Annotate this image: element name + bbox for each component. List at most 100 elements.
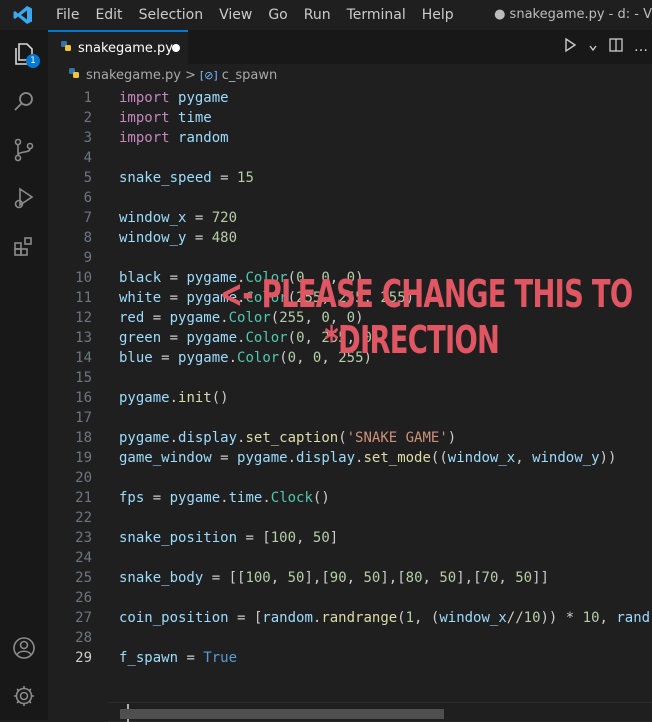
code-text: window_y = 480: [119, 230, 238, 246]
menu-selection[interactable]: Selection: [131, 0, 212, 30]
chevron-down-icon[interactable]: [588, 38, 598, 57]
line-number: 20: [75, 470, 92, 486]
code-line[interactable]: 21 fps = pygame.time.Clock(): [48, 488, 652, 508]
code-line[interactable]: 27 coin_position = [random.randrange(1, (…: [48, 608, 652, 628]
line-number: 11: [75, 290, 92, 306]
code-line[interactable]: 24: [48, 548, 652, 568]
source-control-icon[interactable]: [0, 126, 48, 174]
code-text: import time: [119, 110, 212, 126]
split-editor-icon[interactable]: [608, 37, 624, 57]
line-number: 3: [83, 130, 92, 146]
horizontal-scrollbar[interactable]: [120, 709, 444, 719]
line-number: 24: [75, 550, 92, 566]
code-line[interactable]: 3 import random: [48, 128, 652, 148]
code-text: f_spawn = True: [119, 650, 238, 666]
code-line[interactable]: 19 game_window = pygame.display.set_mode(…: [48, 448, 652, 468]
line-number: 29: [75, 650, 92, 666]
line-number: 21: [75, 490, 92, 506]
tab-snakegame[interactable]: snakegame.py: [48, 30, 188, 64]
menu-edit[interactable]: Edit: [87, 0, 130, 30]
annotation-line-2: *DIRECTION: [324, 318, 500, 362]
code-text: fps = pygame.time.Clock(): [119, 490, 330, 506]
code-line[interactable]: 17: [48, 408, 652, 428]
python-file-icon: [68, 67, 80, 83]
line-number: 2: [83, 110, 92, 126]
code-text: pygame.init(): [119, 390, 229, 406]
extensions-icon[interactable]: [0, 222, 48, 270]
menu-file[interactable]: File: [48, 0, 87, 30]
unsaved-dot-icon[interactable]: [172, 44, 180, 52]
line-number: 4: [83, 150, 92, 166]
code-line[interactable]: 9: [48, 248, 652, 268]
activity-bar: 1: [0, 30, 48, 720]
line-number: 19: [75, 450, 92, 466]
code-text: game_window = pygame.display.set_mode((w…: [119, 450, 617, 466]
code-line[interactable]: 8 window_y = 480: [48, 228, 652, 248]
code-line[interactable]: 4: [48, 148, 652, 168]
code-line[interactable]: 25 snake_body = [[100, 50],[90, 50],[80, …: [48, 568, 652, 588]
line-number: 27: [75, 610, 92, 626]
line-number: 10: [75, 270, 92, 286]
code-editor[interactable]: 1 import pygame 2 import time 3 import random…: [48, 86, 652, 722]
python-file-icon: [60, 40, 72, 56]
account-icon[interactable]: [0, 624, 48, 672]
line-number: 25: [75, 570, 92, 586]
window-title: ● snakegame.py - d: - V: [494, 7, 652, 22]
code-line[interactable]: 22: [48, 508, 652, 528]
more-actions-icon[interactable]: …: [634, 39, 648, 55]
code-line[interactable]: 15: [48, 368, 652, 388]
menu-run[interactable]: Run: [296, 0, 339, 30]
line-number: 26: [75, 590, 92, 606]
line-number: 9: [83, 250, 92, 266]
code-line[interactable]: 16 pygame.init(): [48, 388, 652, 408]
menu-help[interactable]: Help: [414, 0, 462, 30]
tab-label: snakegame.py: [78, 40, 173, 56]
code-line[interactable]: 23 snake_position = [100, 50]: [48, 528, 652, 548]
code-text: snake_speed = 15: [119, 170, 254, 186]
explorer-badge: 1: [26, 54, 40, 68]
code-line[interactable]: 18 pygame.display.set_caption('SNAKE GAME…: [48, 428, 652, 448]
search-icon[interactable]: [0, 78, 48, 126]
code-line[interactable]: 29 f_spawn = True: [48, 648, 652, 668]
code-line[interactable]: 2 import time: [48, 108, 652, 128]
line-number: 14: [75, 350, 92, 366]
breadcrumb: snakegame.py > [⊘] c_spawn: [48, 64, 652, 86]
breadcrumb-separator: >: [185, 67, 196, 83]
menu-bar: File Edit Selection View Go Run Terminal…: [48, 0, 462, 30]
line-number: 15: [75, 370, 92, 386]
line-number: 5: [83, 170, 92, 186]
title-bar: File Edit Selection View Go Run Terminal…: [0, 0, 652, 30]
code-text: import pygame: [119, 90, 229, 106]
line-number: 8: [83, 230, 92, 246]
code-line[interactable]: 5 snake_speed = 15: [48, 168, 652, 188]
line-number: 17: [75, 410, 92, 426]
line-number: 18: [75, 430, 92, 446]
code-line[interactable]: 26: [48, 588, 652, 608]
line-number: 23: [75, 530, 92, 546]
menu-go[interactable]: Go: [260, 0, 295, 30]
code-text: window_x = 720: [119, 210, 238, 226]
code-line[interactable]: 20: [48, 468, 652, 488]
line-number: 13: [75, 330, 92, 346]
code-text: snake_body = [[100, 50],[90, 50],[80, 50…: [119, 570, 549, 586]
run-debug-icon[interactable]: [0, 174, 48, 222]
menu-terminal[interactable]: Terminal: [339, 0, 414, 30]
tab-bar: snakegame.py …: [48, 30, 652, 64]
run-python-file-icon[interactable]: [562, 37, 578, 57]
explorer-icon[interactable]: 1: [0, 30, 48, 78]
code-text: pygame.display.set_caption('SNAKE GAME'): [119, 430, 457, 446]
editor-actions: …: [562, 30, 648, 64]
symbol-variable-icon: [⊘]: [199, 68, 218, 82]
code-line[interactable]: 6: [48, 188, 652, 208]
vscode-logo-icon: [12, 4, 34, 26]
line-number: 7: [83, 210, 92, 226]
code-line[interactable]: 1 import pygame: [48, 88, 652, 108]
line-number: 16: [75, 390, 92, 406]
menu-view[interactable]: View: [211, 0, 260, 30]
breadcrumb-file[interactable]: snakegame.py: [86, 68, 181, 83]
breadcrumb-symbol[interactable]: c_spawn: [222, 68, 278, 83]
annotation-line-1: <- PLEASE CHANGE THIS TO: [220, 272, 633, 316]
code-line[interactable]: 28: [48, 628, 652, 648]
settings-gear-icon[interactable]: [0, 672, 48, 720]
code-line[interactable]: 7 window_x = 720: [48, 208, 652, 228]
